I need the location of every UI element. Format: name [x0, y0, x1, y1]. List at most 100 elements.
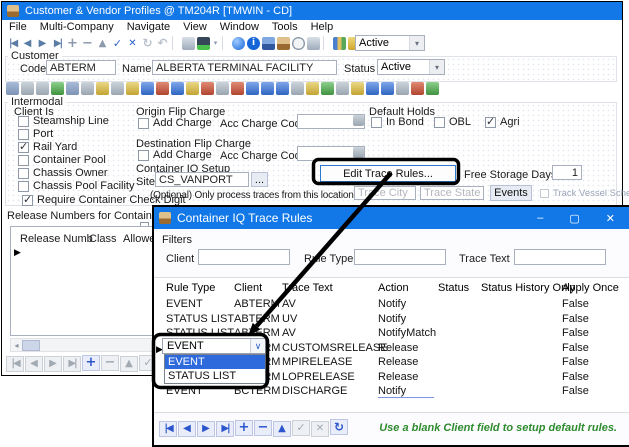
- edit-trace-rules-button[interactable]: Edit Trace Rules...: [320, 165, 456, 182]
- rule-type-combo[interactable]: EVENT ∨: [162, 338, 266, 354]
- scroll-left-icon[interactable]: ◂: [11, 340, 22, 350]
- chart-icon[interactable]: [333, 37, 346, 50]
- checkbox-destination-add-charge[interactable]: Add Charge: [138, 149, 212, 161]
- toolbar2-icon[interactable]: [36, 82, 49, 95]
- maximize-icon[interactable]: ▢: [569, 212, 579, 225]
- site-field[interactable]: [155, 172, 249, 187]
- menu-file[interactable]: File: [9, 21, 27, 33]
- delete-record-icon[interactable]: [80, 36, 95, 51]
- cancel-edit-icon[interactable]: [125, 36, 140, 51]
- toolbar2-icon[interactable]: [6, 82, 19, 95]
- menu-help[interactable]: Help: [311, 21, 334, 33]
- table-row[interactable]: EVENTBCTERMDISCHARGENotifyFalse: [154, 385, 629, 399]
- terminal-icon[interactable]: [197, 37, 210, 50]
- checkbox-agri[interactable]: Agri: [485, 116, 520, 128]
- toolbar2-icon[interactable]: [171, 82, 184, 95]
- chevron-down-icon[interactable]: ∨: [250, 339, 265, 353]
- undo-icon[interactable]: [155, 36, 170, 51]
- menu-view[interactable]: View: [183, 21, 207, 33]
- toolbar2-icon[interactable]: [81, 82, 94, 95]
- toolbar2-icon[interactable]: [141, 82, 154, 95]
- checkbox-obl[interactable]: OBL: [434, 116, 471, 128]
- last-record-icon[interactable]: [63, 356, 81, 372]
- toolbar2-icon[interactable]: [246, 82, 259, 95]
- lookup-icon[interactable]: [353, 115, 364, 126]
- free-storage-days-field[interactable]: [552, 165, 582, 180]
- toolbar2-icon[interactable]: [186, 82, 199, 95]
- menu-tools[interactable]: Tools: [272, 21, 298, 33]
- info-icon[interactable]: i: [247, 37, 260, 50]
- print-icon[interactable]: [182, 37, 195, 50]
- toolbar2-icon[interactable]: [216, 82, 229, 95]
- toolbar2-icon[interactable]: [21, 82, 34, 95]
- filter-rule-type-field[interactable]: [354, 249, 446, 265]
- refresh-icon[interactable]: [330, 419, 348, 435]
- toolbar2-icon[interactable]: [306, 82, 319, 95]
- dropdown-option-event[interactable]: EVENT: [165, 355, 265, 369]
- web-icon[interactable]: [232, 37, 245, 50]
- dropdown-option-status-list[interactable]: STATUS LIST: [165, 369, 265, 383]
- rule-type-dropdown-list[interactable]: EVENT STATUS LIST: [164, 354, 266, 384]
- toolbar2-icon[interactable]: [156, 82, 169, 95]
- toolbar2-icon[interactable]: [366, 82, 379, 95]
- post-edit-icon[interactable]: [292, 420, 310, 436]
- last-record-icon[interactable]: [216, 421, 234, 437]
- name-field[interactable]: [152, 60, 337, 75]
- record-filter-select[interactable]: Active ▾: [355, 35, 425, 51]
- menu-navigate[interactable]: Navigate: [127, 21, 170, 33]
- close-icon[interactable]: ✕: [606, 212, 615, 225]
- events-button[interactable]: Events: [490, 185, 532, 201]
- scroll-thumb[interactable]: [22, 340, 40, 351]
- first-record-icon[interactable]: [5, 36, 20, 51]
- refresh-icon[interactable]: [140, 36, 155, 51]
- toolbar2-icon[interactable]: [411, 82, 424, 95]
- filter-trace-text-field[interactable]: [514, 249, 606, 265]
- toolbar2-icon[interactable]: [321, 82, 334, 95]
- insert-record-icon[interactable]: [82, 355, 100, 371]
- menu-multi-company[interactable]: Multi-Company: [40, 21, 114, 33]
- toolbar2-icon[interactable]: [351, 82, 364, 95]
- last-record-icon[interactable]: [50, 36, 65, 51]
- insert-record-icon[interactable]: [65, 36, 80, 51]
- next-record-icon[interactable]: [197, 421, 215, 437]
- first-record-icon[interactable]: [6, 356, 24, 372]
- minimize-icon[interactable]: –: [537, 212, 543, 225]
- toolbar2-icon[interactable]: [336, 82, 349, 95]
- checkbox-chassis-pool-facility[interactable]: Chassis Pool Facility: [18, 180, 134, 192]
- checkbox-container-pool[interactable]: Container Pool: [18, 154, 106, 166]
- toolbar2-icon[interactable]: [396, 82, 409, 95]
- clock-icon[interactable]: [292, 37, 305, 50]
- toolbar2-icon[interactable]: [126, 82, 139, 95]
- toolbar2-icon[interactable]: [96, 82, 109, 95]
- checkbox-chassis-owner[interactable]: Chassis Owner: [18, 167, 108, 179]
- lookup-icon[interactable]: [353, 147, 364, 158]
- trace-city-field[interactable]: [354, 186, 416, 200]
- site-browse-button[interactable]: ...: [251, 172, 268, 187]
- toolbar2-icon[interactable]: [201, 82, 214, 95]
- cancel-edit-icon[interactable]: [311, 421, 329, 437]
- prior-record-icon[interactable]: [25, 356, 43, 372]
- toolbar2-icon[interactable]: [276, 82, 289, 95]
- chevron-down-icon[interactable]: ▾: [211, 36, 220, 51]
- trace-state-field[interactable]: [420, 186, 484, 200]
- toolbar2-icon[interactable]: [51, 82, 64, 95]
- toolbar2-icon[interactable]: [426, 82, 439, 95]
- move-up-icon[interactable]: [273, 421, 291, 437]
- status-select[interactable]: Active ▾: [377, 59, 445, 75]
- next-record-icon[interactable]: [35, 36, 50, 51]
- toolbar2-icon[interactable]: [111, 82, 124, 95]
- post-edit-icon[interactable]: [110, 36, 125, 51]
- checkbox-rail-yard[interactable]: Rail Yard: [18, 141, 77, 153]
- printer-icon[interactable]: [307, 37, 320, 50]
- insert-record-icon[interactable]: [235, 420, 253, 436]
- move-up-icon[interactable]: [120, 356, 138, 372]
- menu-window[interactable]: Window: [220, 21, 259, 33]
- code-field[interactable]: [46, 60, 116, 75]
- move-up-icon[interactable]: [95, 36, 110, 51]
- table-row[interactable]: STATUS LISTABTERMUVNotifyFalse: [154, 313, 629, 327]
- delete-record-icon[interactable]: [254, 420, 272, 436]
- delete-record-icon[interactable]: [101, 355, 119, 371]
- checkbox-port[interactable]: Port: [18, 128, 53, 140]
- prior-record-icon[interactable]: [20, 36, 35, 51]
- toolbar2-icon[interactable]: [66, 82, 79, 95]
